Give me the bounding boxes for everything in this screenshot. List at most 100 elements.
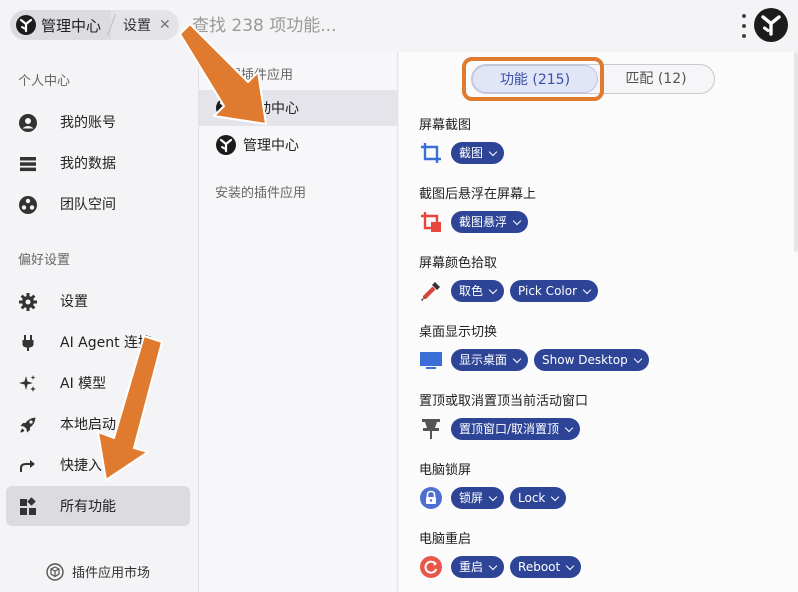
- chip-label: 截图悬浮: [459, 215, 508, 229]
- feature-item: 电脑重启 重启 Reboot: [419, 528, 789, 582]
- plugin-list-column: 内置插件应用 启动中心 管理中心 安装的插件应用: [198, 52, 398, 592]
- plugin-item-admin-center[interactable]: 管理中心: [199, 127, 398, 163]
- feature-title: 截图后悬浮在屏幕上: [419, 187, 537, 202]
- feature-title: 屏幕颜色拾取: [419, 256, 498, 271]
- chevron-down-icon: [488, 147, 498, 156]
- sidebar-item-ai-model[interactable]: AI 模型: [6, 363, 190, 403]
- crop-icon: [421, 143, 441, 163]
- gear-icon: [19, 293, 37, 311]
- feature-command-chip[interactable]: 取色: [451, 280, 505, 302]
- chevron-down-icon: [565, 561, 575, 570]
- breadcrumb-sub-label: 设置: [123, 18, 152, 34]
- app-logo-icon[interactable]: [754, 8, 788, 42]
- more-menu-icon[interactable]: [740, 14, 748, 38]
- sidebar-item-label: 我的数据: [60, 156, 116, 172]
- chip-label: Show Desktop: [542, 353, 628, 367]
- feature-item: 屏幕颜色拾取 取色 Pick Color: [419, 252, 789, 306]
- plugin-market-label: 插件应用市场: [72, 566, 151, 581]
- app-logo-icon: [16, 15, 36, 35]
- team-icon: [19, 196, 37, 214]
- chevron-down-icon: [488, 561, 498, 570]
- cube-icon: [46, 562, 64, 581]
- plugin-item-launch-center[interactable]: 启动中心: [199, 90, 398, 126]
- chip-label: 锁屏: [459, 491, 484, 505]
- feature-command-chip[interactable]: 置顶窗口/取消置顶: [451, 418, 581, 440]
- chevron-down-icon: [488, 492, 498, 501]
- close-icon[interactable]: ✕: [159, 17, 171, 33]
- sidebar-item-label: AI Agent 连接: [60, 335, 153, 351]
- pin-icon: [422, 419, 440, 439]
- scrollbar[interactable]: [794, 52, 798, 252]
- sidebar-item-label: 团队空间: [60, 197, 116, 213]
- feature-command-chip[interactable]: Pick Color: [510, 280, 599, 302]
- chip-label: Lock: [518, 491, 546, 505]
- sidebar-item-label: 设置: [60, 294, 88, 310]
- eyedropper-icon: [420, 282, 440, 302]
- feature-command-chip[interactable]: Show Desktop: [534, 349, 649, 371]
- feature-command-chip[interactable]: 显示桌面: [451, 349, 529, 371]
- chip-label: Reboot: [518, 560, 561, 574]
- app-logo-icon: [216, 98, 236, 118]
- chevron-down-icon: [551, 492, 560, 501]
- chevron-down-icon: [488, 285, 498, 294]
- tab-matches[interactable]: 匹配 (12): [598, 65, 714, 93]
- sparkle-icon: [19, 375, 36, 392]
- sidebar: 个人中心 我的账号 我的数据 团队空间 偏好设置 设置 AI Agent 连接 …: [0, 52, 198, 592]
- feature-title: 桌面显示切换: [419, 325, 498, 340]
- feature-command-chip[interactable]: 截图悬浮: [451, 211, 529, 233]
- sidebar-item-label: AI 模型: [60, 376, 107, 392]
- feature-item: 截图后悬浮在屏幕上 截图悬浮: [419, 183, 789, 237]
- sidebar-item-shortcuts[interactable]: 快捷入: [6, 445, 190, 485]
- chevron-down-icon: [633, 354, 642, 363]
- app-logo-icon: [216, 135, 236, 155]
- sidebar-section-personal: 个人中心: [18, 74, 71, 89]
- sidebar-item-data[interactable]: 我的数据: [6, 143, 190, 183]
- chevron-down-icon: [582, 285, 592, 294]
- breadcrumb: 管理中心 设置 ✕: [10, 10, 179, 40]
- feature-command-chip[interactable]: 重启: [451, 556, 505, 578]
- rocket-icon: [20, 417, 36, 433]
- breadcrumb-sub[interactable]: 设置 ✕: [121, 15, 179, 35]
- sidebar-item-label: 所有功能: [60, 499, 116, 515]
- search-input[interactable]: [192, 12, 712, 40]
- feature-title: 电脑锁屏: [419, 463, 472, 478]
- feature-item: 屏幕截图 截图: [419, 114, 789, 168]
- plugin-market-link[interactable]: 插件应用市场: [46, 562, 150, 581]
- chip-label: Pick Color: [518, 284, 578, 298]
- feature-title: 电脑重启: [419, 532, 472, 547]
- feature-command-chip[interactable]: 截图: [451, 142, 505, 164]
- sidebar-item-label: 我的账号: [60, 115, 116, 131]
- sidebar-item-settings[interactable]: 设置: [6, 281, 190, 321]
- feature-command-chip[interactable]: Lock: [510, 487, 567, 509]
- restart-icon: [420, 556, 442, 578]
- lock-icon: [420, 487, 442, 509]
- feature-item: 置顶或取消置顶当前活动窗口 置顶窗口/取消置顶: [419, 390, 789, 444]
- app-window: 管理中心 设置 ✕ 个人中心 我的账号 我的数据 团队空间: [0, 0, 798, 592]
- chip-label: 重启: [459, 560, 484, 574]
- sidebar-item-ai-agent[interactable]: AI Agent 连接: [6, 322, 190, 362]
- feature-title: 置顶或取消置顶当前活动窗口: [419, 394, 589, 409]
- top-bar: 管理中心 设置 ✕: [0, 0, 798, 52]
- breadcrumb-main[interactable]: 管理中心: [10, 10, 112, 40]
- feature-command-chip[interactable]: 锁屏: [451, 487, 505, 509]
- chip-label: 显示桌面: [459, 353, 508, 367]
- feature-item: 桌面显示切换 显示桌面 Show Desktop: [419, 321, 789, 375]
- chip-label: 取色: [459, 284, 484, 298]
- feature-command-chip[interactable]: Reboot: [510, 556, 582, 578]
- sidebar-item-account[interactable]: 我的账号: [6, 102, 190, 142]
- sidebar-item-all-features[interactable]: 所有功能: [6, 486, 190, 526]
- sidebar-section-prefs: 偏好设置: [18, 253, 71, 268]
- section-installed-plugins: 安装的插件应用: [215, 186, 307, 201]
- crop-float-icon: [421, 212, 441, 232]
- sidebar-item-label: 本地启动: [60, 417, 116, 433]
- sidebar-item-label: 快捷入: [60, 458, 102, 474]
- features-panel: 功能 (215) 匹配 (12) 屏幕截图 截图 截图后悬浮在屏幕上 截图悬浮 …: [399, 52, 798, 592]
- chevron-down-icon: [512, 354, 522, 363]
- sidebar-item-team[interactable]: 团队空间: [6, 184, 190, 224]
- sidebar-item-local-launch[interactable]: 本地启动: [6, 404, 190, 444]
- tab-features[interactable]: 功能 (215): [472, 65, 598, 93]
- breadcrumb-separator: [111, 10, 121, 40]
- chevron-down-icon: [564, 423, 574, 432]
- plugin-item-label: 启动中心: [243, 101, 299, 117]
- feature-title: 屏幕截图: [419, 118, 472, 133]
